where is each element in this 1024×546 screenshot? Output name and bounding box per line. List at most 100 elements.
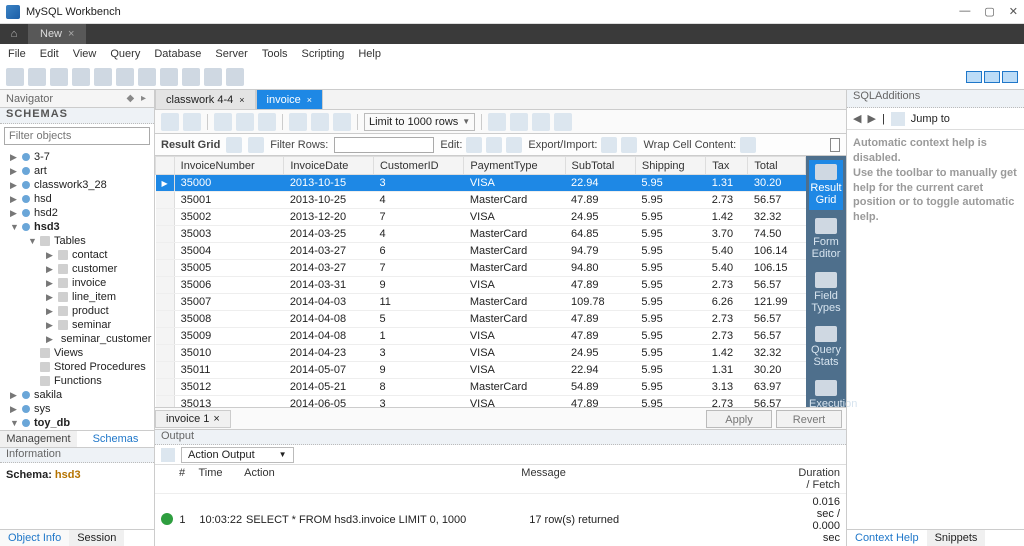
info-tab-session[interactable]: Session xyxy=(69,530,124,546)
menu-scripting[interactable]: Scripting xyxy=(302,48,345,60)
cell[interactable]: 6 xyxy=(373,243,463,260)
tree-node-hsd[interactable]: ▶hsd xyxy=(0,192,154,206)
cell[interactable]: 2014-03-25 xyxy=(284,226,374,243)
row-gutter[interactable] xyxy=(156,260,175,277)
cell[interactable]: 24.95 xyxy=(565,345,635,362)
cell[interactable]: MasterCard xyxy=(464,294,565,311)
table-row[interactable]: 350012013-10-254MasterCard47.895.952.735… xyxy=(156,192,806,209)
cell[interactable]: 35005 xyxy=(174,260,284,277)
column-total[interactable]: Total xyxy=(748,157,806,175)
tree-node-product[interactable]: ▶product xyxy=(0,304,154,318)
table-row[interactable]: 350072014-04-0311MasterCard109.785.956.2… xyxy=(156,294,806,311)
cell[interactable]: 4 xyxy=(373,192,463,209)
cell[interactable]: 2014-04-03 xyxy=(284,294,374,311)
tree-node-toy-db[interactable]: ▼toy_db xyxy=(0,416,154,430)
row-gutter[interactable] xyxy=(156,175,175,192)
navigator-header-icons[interactable]: ◆ ▸ xyxy=(127,93,149,104)
cell[interactable]: 3.13 xyxy=(706,379,748,396)
context-help-tab[interactable]: Context Help xyxy=(847,530,927,546)
expand-icon[interactable]: ▶ xyxy=(46,264,54,275)
cell[interactable]: 2014-05-07 xyxy=(284,362,374,379)
cell[interactable]: 7 xyxy=(373,260,463,277)
cell[interactable]: 2014-03-31 xyxy=(284,277,374,294)
tree-node-contact[interactable]: ▶contact xyxy=(0,248,154,262)
tree-node-hsd3[interactable]: ▼hsd3 xyxy=(0,220,154,234)
cell[interactable]: 47.89 xyxy=(565,192,635,209)
snippets-tab[interactable]: Snippets xyxy=(927,530,986,546)
cell[interactable]: 5.95 xyxy=(635,243,705,260)
cell[interactable]: 5.95 xyxy=(635,209,705,226)
close-button[interactable]: ✕ xyxy=(1009,5,1018,18)
cell[interactable]: 56.57 xyxy=(748,311,806,328)
cell[interactable]: 54.89 xyxy=(565,379,635,396)
navigator-tab-management[interactable]: Management xyxy=(0,431,77,447)
row-gutter[interactable] xyxy=(156,328,175,345)
cell[interactable]: 5.95 xyxy=(635,311,705,328)
cell[interactable]: 5.40 xyxy=(706,243,748,260)
expand-icon[interactable]: ▶ xyxy=(10,390,18,401)
cell[interactable]: 35013 xyxy=(174,396,284,408)
cell[interactable]: 2.73 xyxy=(706,192,748,209)
cell[interactable]: 56.57 xyxy=(748,396,806,408)
toolbar-open-icon[interactable] xyxy=(28,68,46,86)
table-row[interactable]: 350122014-05-218MasterCard54.895.953.136… xyxy=(156,379,806,396)
row-gutter[interactable] xyxy=(156,294,175,311)
table-row[interactable]: 350002013-10-153VISA22.945.951.3130.20 xyxy=(156,175,806,192)
cell[interactable]: 2014-04-08 xyxy=(284,311,374,328)
toolbar-import-icon[interactable] xyxy=(138,68,156,86)
cell[interactable]: 8 xyxy=(373,379,463,396)
cell[interactable]: 56.57 xyxy=(748,277,806,294)
panel-collapse-icon[interactable] xyxy=(830,138,840,152)
cell[interactable]: 106.14 xyxy=(748,243,806,260)
expand-icon[interactable]: ▶ xyxy=(46,334,53,345)
cell[interactable]: 35000 xyxy=(174,175,284,192)
row-gutter[interactable] xyxy=(156,277,175,294)
import-icon[interactable] xyxy=(621,137,637,153)
cell[interactable]: MasterCard xyxy=(464,192,565,209)
cell[interactable]: 35007 xyxy=(174,294,284,311)
tree-node-stored-procedures[interactable]: Stored Procedures xyxy=(0,360,154,374)
tree-node-customer[interactable]: ▶customer xyxy=(0,262,154,276)
cell[interactable]: VISA xyxy=(464,175,565,192)
expand-icon[interactable]: ▶ xyxy=(46,292,54,303)
beautify-icon[interactable] xyxy=(488,113,506,131)
result-tab-close-icon[interactable]: × xyxy=(213,413,219,425)
tree-node-sakila[interactable]: ▶sakila xyxy=(0,388,154,402)
cell[interactable]: MasterCard xyxy=(464,260,565,277)
expand-icon[interactable]: ▶ xyxy=(46,320,54,331)
execute-current-icon[interactable] xyxy=(236,113,254,131)
cell[interactable]: 5.95 xyxy=(635,260,705,277)
table-row[interactable]: 350082014-04-085MasterCard47.895.952.735… xyxy=(156,311,806,328)
cell[interactable]: 3.70 xyxy=(706,226,748,243)
result-grid-icon[interactable] xyxy=(226,137,242,153)
row-gutter[interactable] xyxy=(156,345,175,362)
wrap-icon[interactable] xyxy=(554,113,572,131)
cell[interactable]: 5.95 xyxy=(635,345,705,362)
column-customerid[interactable]: CustomerID xyxy=(373,157,463,175)
cell[interactable]: 35006 xyxy=(174,277,284,294)
row-gutter[interactable] xyxy=(156,311,175,328)
cell[interactable]: 47.89 xyxy=(565,328,635,345)
cell[interactable]: 121.99 xyxy=(748,294,806,311)
cell[interactable]: 9 xyxy=(373,362,463,379)
side-tab-result-grid[interactable]: ResultGrid xyxy=(809,160,843,210)
cell[interactable]: 35002 xyxy=(174,209,284,226)
cell[interactable]: 35003 xyxy=(174,226,284,243)
table-row[interactable]: 350062014-03-319VISA47.895.952.7356.57 xyxy=(156,277,806,294)
expand-icon[interactable]: ▼ xyxy=(10,418,18,428)
cell[interactable]: 74.50 xyxy=(748,226,806,243)
output-row[interactable]: 1 10:03:22 SELECT * FROM hsd3.invoice LI… xyxy=(155,494,846,546)
tree-node-views[interactable]: Views xyxy=(0,346,154,360)
tree-node-art[interactable]: ▶art xyxy=(0,164,154,178)
cell[interactable]: 2.73 xyxy=(706,396,748,408)
toolbar-new-sql-icon[interactable] xyxy=(6,68,24,86)
toolbar-options-icon[interactable] xyxy=(160,68,178,86)
wrap-cell-icon[interactable] xyxy=(740,137,756,153)
cell[interactable]: 5.95 xyxy=(635,362,705,379)
cell[interactable]: 2014-05-21 xyxy=(284,379,374,396)
cell[interactable]: 7 xyxy=(373,209,463,226)
schema-tree[interactable]: ▶3-7▶art▶classwork3_28▶hsd▶hsd2▼hsd3▼Tab… xyxy=(0,148,154,430)
cell[interactable]: 3 xyxy=(373,175,463,192)
table-row[interactable]: 350022013-12-207VISA24.955.951.4232.32 xyxy=(156,209,806,226)
column-subtotal[interactable]: SubTotal xyxy=(565,157,635,175)
